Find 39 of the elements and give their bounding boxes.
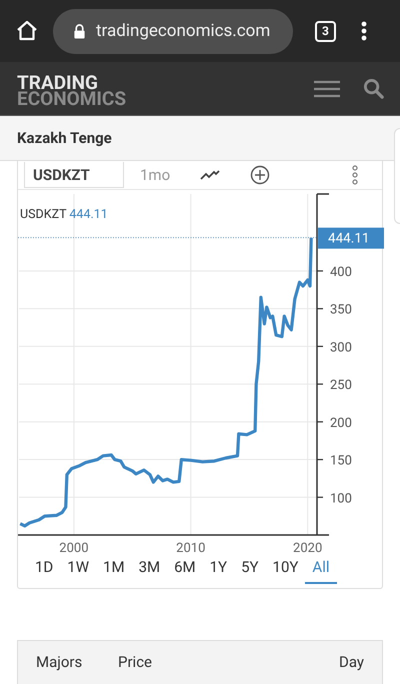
page-title: Kazakh Tenge — [17, 129, 112, 147]
line-chart-icon[interactable] — [200, 170, 220, 180]
range-tab[interactable]: 5Y — [234, 556, 266, 584]
symbol-field[interactable]: USDKZT — [24, 162, 124, 188]
axis-label: 2000 — [59, 541, 89, 554]
axis-label: 2020 — [293, 541, 322, 554]
axis-label: 100 — [330, 491, 352, 506]
tab-count-button[interactable]: 3 — [315, 20, 336, 42]
url-text: tradingeconomics.com — [96, 21, 270, 41]
range-tab[interactable]: All — [305, 556, 336, 584]
add-icon[interactable] — [250, 165, 270, 185]
lock-icon — [73, 24, 86, 38]
last-price-marker — [318, 228, 384, 249]
logo-text[interactable]: TRADING — [17, 74, 291, 90]
range-tab[interactable]: 1W — [60, 556, 96, 584]
range-tab[interactable]: 1D — [28, 556, 60, 584]
legend-text: USDKZT 444.11 — [20, 207, 108, 222]
address-bar[interactable]: tradingeconomics.com — [53, 8, 293, 54]
axis-label: 300 — [330, 340, 352, 356]
axis-label: 350 — [330, 302, 352, 318]
more-icon[interactable] — [352, 165, 358, 185]
logo-text[interactable]: ECONOMICS — [17, 90, 291, 106]
axis-label: 200 — [330, 416, 352, 431]
range-tab[interactable]: 1M — [96, 556, 132, 584]
menu-icon[interactable] — [361, 21, 367, 41]
column-header[interactable]: Price — [118, 653, 339, 671]
range-tab[interactable]: 6M — [167, 556, 203, 584]
axis-label: 250 — [330, 378, 352, 394]
range-tab[interactable]: 10Y — [266, 556, 306, 584]
column-header[interactable]: Majors — [36, 653, 118, 671]
axis-label: 2010 — [176, 541, 206, 554]
range-tab[interactable]: 3M — [132, 556, 168, 584]
last-price-label: 444.11 — [328, 230, 370, 247]
range-tab[interactable]: 1Y — [202, 556, 234, 584]
axis-label: 400 — [330, 264, 352, 280]
column-header[interactable]: Day — [339, 653, 364, 671]
search-icon[interactable] — [363, 78, 384, 99]
home-icon[interactable] — [15, 19, 39, 43]
axis-label: 150 — [330, 454, 352, 469]
